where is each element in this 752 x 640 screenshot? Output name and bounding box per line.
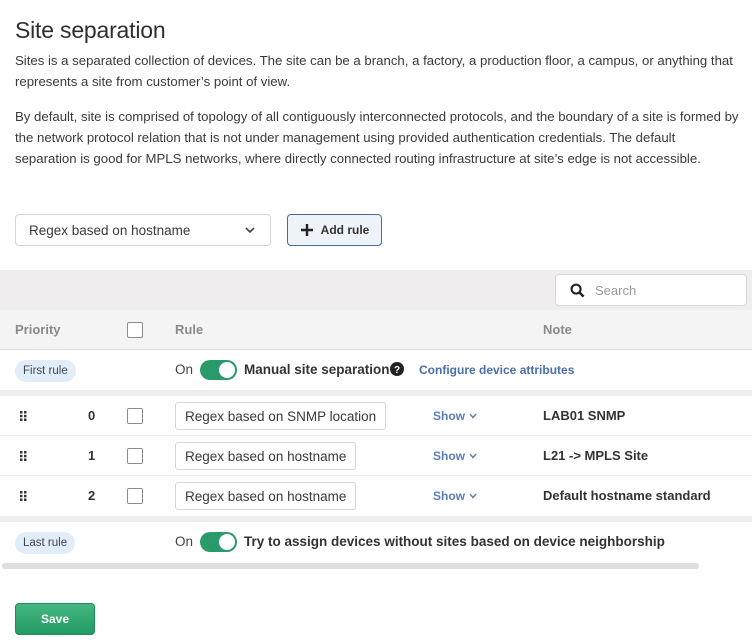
description-paragraph: Sites is a separated collection of devic… xyxy=(15,53,733,89)
last-rule-badge: Last rule xyxy=(15,532,76,554)
first-rule-badge: First rule xyxy=(15,360,76,382)
rule-field[interactable]: Regex based on hostname xyxy=(175,482,357,510)
table-row: 1 Regex based on hostname Show L21 -> MP… xyxy=(0,436,752,476)
note-value: Default hostname standard xyxy=(543,488,711,503)
add-rule-label: Add rule xyxy=(320,223,370,237)
chevron-down-icon xyxy=(469,493,477,499)
search-box[interactable] xyxy=(555,274,747,306)
search-input[interactable] xyxy=(595,282,725,298)
manual-separation-toggle[interactable] xyxy=(200,360,237,380)
show-label: Show xyxy=(433,489,465,503)
priority-value: 0 xyxy=(88,408,96,423)
priority-value: 1 xyxy=(88,448,96,463)
first-rule-text: Manual site separation xyxy=(244,362,390,377)
column-note[interactable]: Note xyxy=(543,322,572,337)
show-details-link[interactable]: Show xyxy=(433,449,477,463)
last-rule-row: Last rule On Try to assign devices witho… xyxy=(0,522,752,562)
svg-text:?: ? xyxy=(394,365,400,376)
table-row: 2 Regex based on hostname Show Default h… xyxy=(0,476,752,516)
priority-value: 2 xyxy=(88,488,96,503)
drag-handle-icon[interactable] xyxy=(20,411,27,421)
neighborship-toggle[interactable] xyxy=(200,532,237,552)
save-button[interactable]: Save xyxy=(15,603,95,635)
chevron-down-icon xyxy=(245,227,255,234)
search-icon xyxy=(570,283,585,297)
rule-type-select-value: Regex based on hostname xyxy=(29,222,191,238)
row-checkbox[interactable] xyxy=(127,408,143,424)
table-header: Priority Rule Note xyxy=(0,310,752,350)
add-rule-button[interactable]: Add rule xyxy=(287,214,382,246)
first-rule-row: First rule On Manual site separation ? C… xyxy=(0,350,752,390)
drag-handle-icon[interactable] xyxy=(20,451,27,461)
show-label: Show xyxy=(433,449,465,463)
drag-handle-icon[interactable] xyxy=(20,491,27,501)
row-checkbox[interactable] xyxy=(127,448,143,464)
note-value: LAB01 SNMP xyxy=(543,408,626,423)
description-paragraph: By default, site is comprised of topolog… xyxy=(15,109,739,166)
row-checkbox[interactable] xyxy=(127,488,143,504)
column-priority[interactable]: Priority xyxy=(15,322,61,337)
rule-type-select[interactable]: Regex based on hostname xyxy=(15,214,271,246)
plus-icon xyxy=(300,224,313,236)
show-details-link[interactable]: Show xyxy=(433,489,477,503)
show-label: Show xyxy=(433,409,465,423)
help-icon[interactable]: ? xyxy=(390,362,404,376)
toggle-state-label: On xyxy=(175,362,194,377)
chevron-down-icon xyxy=(469,453,477,459)
page-title: Site separation xyxy=(15,17,166,43)
chevron-down-icon xyxy=(469,413,477,419)
table-toolbar xyxy=(0,270,752,310)
show-details-link[interactable]: Show xyxy=(433,409,477,423)
rule-field[interactable]: Regex based on hostname xyxy=(175,442,357,470)
column-rule[interactable]: Rule xyxy=(175,322,203,337)
configure-device-attributes-link[interactable]: Configure device attributes xyxy=(419,363,574,377)
table-row: 0 Regex based on SNMP location Show LAB0… xyxy=(0,396,752,436)
note-value: L21 -> MPLS Site xyxy=(543,448,649,463)
rule-field[interactable]: Regex based on SNMP location xyxy=(175,402,387,430)
select-all-checkbox[interactable] xyxy=(127,322,143,338)
rules-table: Priority Rule Note First rule On Manual … xyxy=(0,270,752,562)
toggle-state-label: On xyxy=(175,534,194,549)
last-rule-text: Try to assign devices without sites base… xyxy=(244,534,665,549)
horizontal-scrollbar[interactable] xyxy=(2,563,699,569)
